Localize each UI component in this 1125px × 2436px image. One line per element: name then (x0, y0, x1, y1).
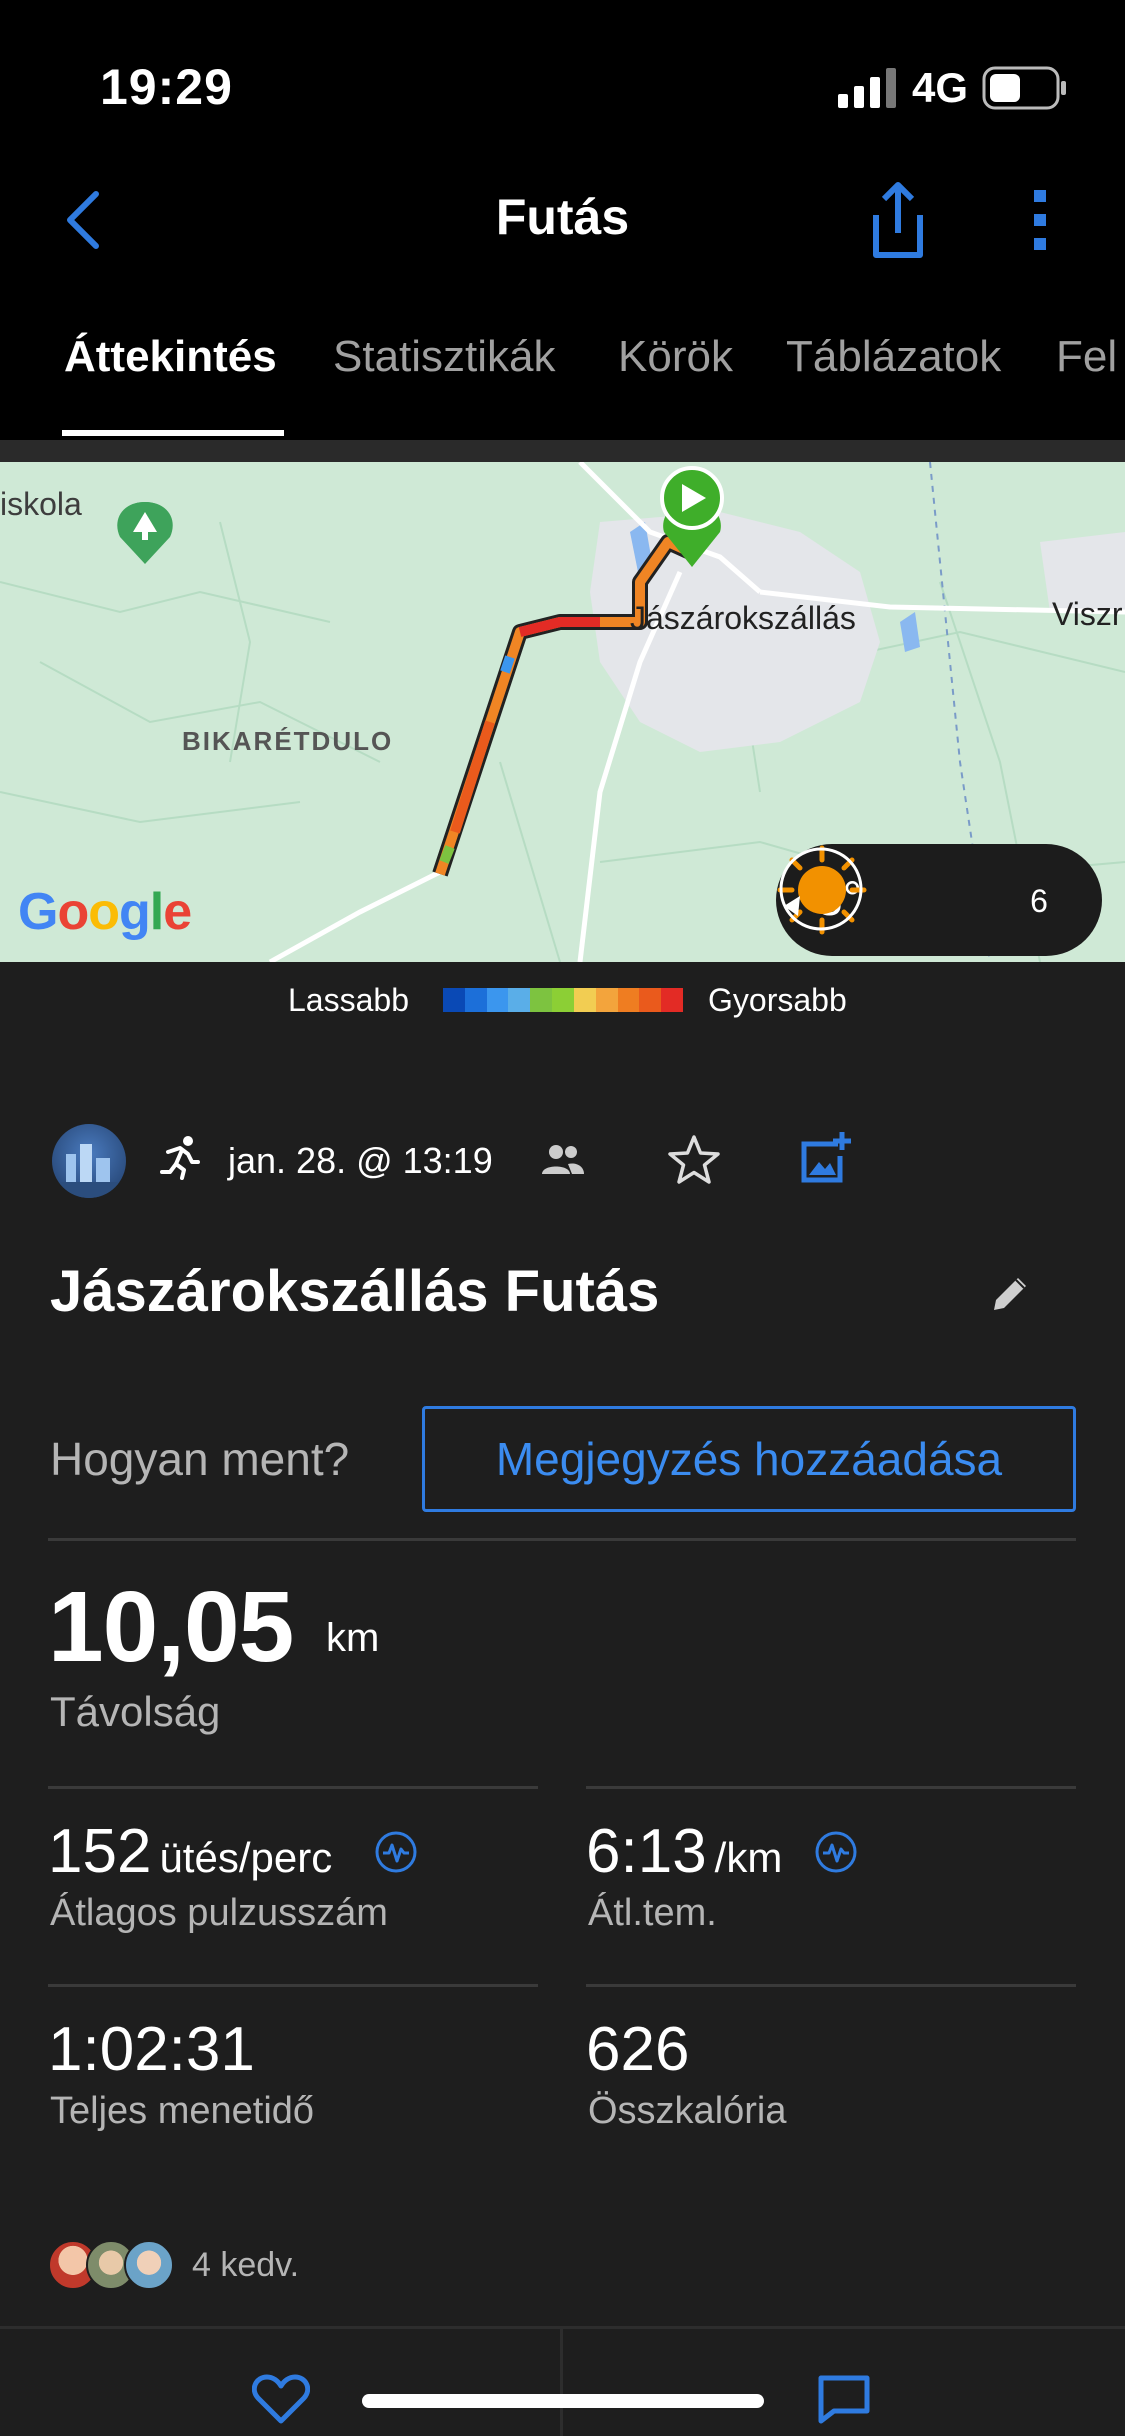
activity-meta-row: jan. 28. @ 13:19 (0, 1120, 1125, 1200)
google-logo: Google (18, 883, 192, 941)
group-icon[interactable] (540, 1140, 586, 1180)
favorite-star-icon[interactable] (666, 1132, 722, 1188)
distance-label: Távolság (50, 1688, 221, 1735)
legend-color-swatch (464, 988, 487, 1012)
heart-rate-label: Átlagos pulzusszám (50, 1892, 388, 1934)
legend-color-swatch (661, 988, 683, 1012)
tab-more[interactable]: Fel (1056, 332, 1117, 382)
status-bar: 19:29 4G (0, 0, 1125, 150)
nav-bar: Futás (0, 150, 1125, 290)
legend-color-swatch (443, 988, 465, 1012)
divider (586, 1786, 1076, 1789)
running-icon (160, 1136, 200, 1180)
distance-unit: km (326, 1616, 380, 1660)
legend-color-swatch (508, 988, 531, 1012)
legend-slow-label: Lassabb (288, 982, 409, 1018)
total-time-label: Teljes menetidő (50, 2090, 315, 2132)
likes-count[interactable]: 4 kedv. (192, 2246, 299, 2285)
heart-rate-unit: ütés/perc (159, 1834, 333, 1881)
activity-title: Jászárokszállás Futás (50, 1259, 660, 1324)
tab-statistics[interactable]: Statisztikák (333, 332, 556, 382)
weather-badge[interactable]: 8° 6 (776, 844, 1102, 956)
page-title: Futás (495, 189, 630, 245)
divider (48, 1786, 538, 1789)
add-photo-icon[interactable] (798, 1130, 854, 1186)
tab-overview[interactable]: Áttekintés (64, 332, 277, 382)
heart-rate-chart-icon[interactable] (374, 1830, 418, 1874)
battery-icon (982, 66, 1066, 110)
calories-label: Összkalória (588, 2090, 787, 2132)
network-type: 4G (912, 64, 969, 111)
tab-charts[interactable]: Táblázatok (786, 332, 1001, 382)
add-note-button[interactable]: Megjegyzés hozzáadása (422, 1406, 1076, 1512)
heart-rate-value: 152 (48, 1817, 152, 1886)
pace-chart-icon[interactable] (814, 1830, 858, 1874)
map-label-edge-town: Viszr (1052, 596, 1123, 632)
signal-icon (838, 68, 896, 108)
total-time-value: 1:02:31 (48, 2015, 255, 2084)
heart-rate-stat[interactable]: 152 ütés/perc (48, 1816, 332, 1887)
map-label-town: Jászárokszállás (630, 600, 856, 636)
divider (48, 1984, 538, 1987)
divider (586, 1984, 1076, 1987)
avatar[interactable] (52, 1124, 126, 1198)
how-did-it-go-label: Hogyan ment? (50, 1433, 350, 1485)
distance-value: 10,05 (48, 1571, 294, 1683)
calories-value: 626 (586, 2015, 690, 2084)
share-button[interactable] (860, 175, 936, 265)
pace-legend: Lassabb Gyorsabb (0, 962, 1125, 1038)
legend-color-swatch (530, 988, 553, 1012)
bottom-action-bar (0, 2326, 1125, 2436)
avatar (124, 2240, 174, 2290)
activity-date: jan. 28. @ 13:19 (228, 1140, 493, 1181)
map-label-area: BIKARÉTDULO (182, 726, 394, 756)
legend-color-swatch (552, 988, 574, 1012)
wind-direction-icon (779, 847, 863, 931)
tab-active-indicator (62, 430, 284, 436)
pace-unit: /km (714, 1834, 783, 1881)
like-heart-icon[interactable] (252, 2373, 310, 2425)
legend-fast-label: Gyorsabb (708, 982, 847, 1018)
legend-color-swatch (595, 988, 618, 1012)
legend-color-swatch (617, 988, 640, 1012)
map-label-poi: iskola (0, 486, 82, 522)
pace-label: Átl.tem. (588, 1892, 717, 1934)
tab-bar: Áttekintés Statisztikák Körök Táblázatok… (0, 290, 1125, 440)
home-indicator[interactable] (362, 2394, 764, 2408)
edit-pencil-icon[interactable] (988, 1272, 1032, 1316)
legend-color-bar (443, 988, 683, 1012)
pace-value: 6:13 (586, 1817, 707, 1886)
status-time: 19:29 (100, 59, 233, 115)
pace-stat[interactable]: 6:13/km (586, 1816, 782, 1887)
tab-laps[interactable]: Körök (618, 332, 733, 382)
comment-icon[interactable] (816, 2373, 872, 2425)
divider (48, 1538, 1076, 1541)
legend-color-swatch (639, 988, 662, 1012)
legend-color-swatch (486, 988, 509, 1012)
tab-separator (0, 440, 1125, 462)
legend-color-swatch (573, 988, 596, 1012)
wind-speed: 6 (1030, 883, 1048, 919)
route-map[interactable]: iskola Jászárokszállás BIKARÉTDULO Viszr… (0, 462, 1125, 962)
bottom-separator (560, 2329, 563, 2436)
more-options-button[interactable] (1020, 180, 1060, 260)
